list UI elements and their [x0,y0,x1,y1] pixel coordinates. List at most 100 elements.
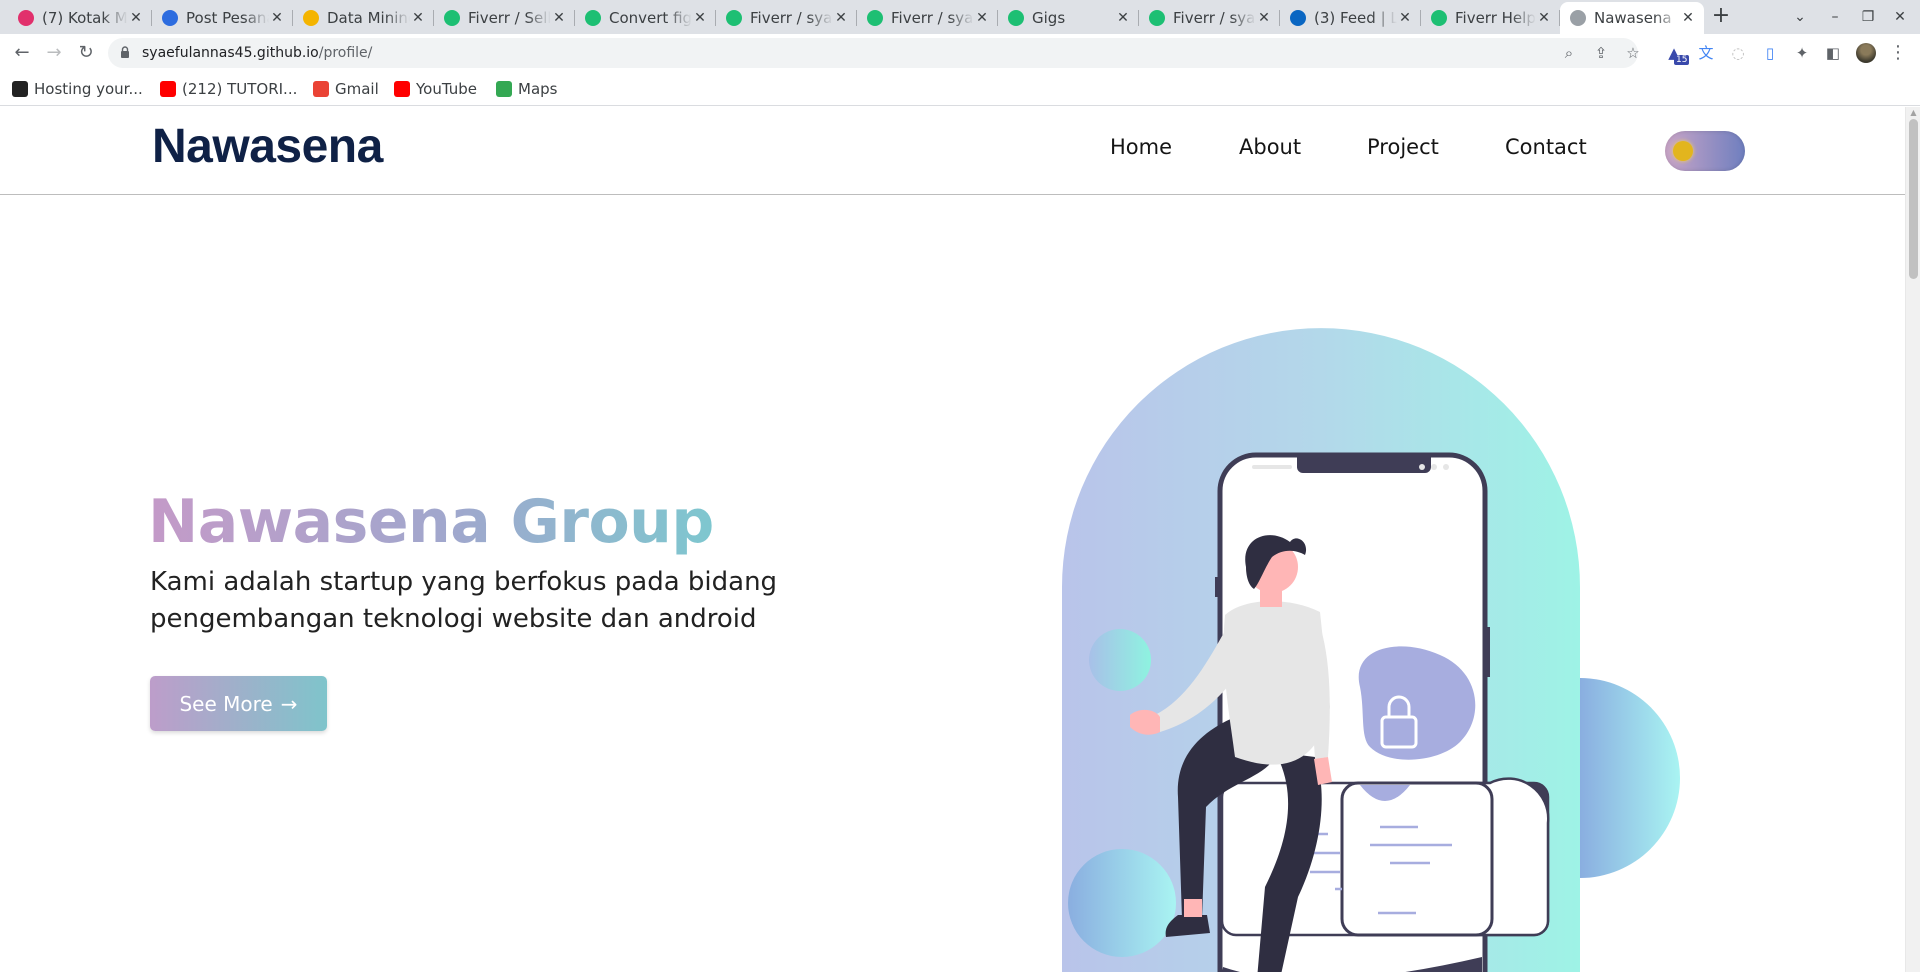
tab-close-icon[interactable]: ✕ [1536,10,1552,26]
bookmark-label: (212) TUTORI... [182,80,298,98]
tab-3[interactable]: Data Mining ✕ [293,4,434,32]
phone-notch [1297,457,1431,473]
tab-close-icon[interactable]: ✕ [269,10,285,26]
arrow-right-icon: → [280,691,298,716]
tab-title: Fiverr / syaeful [1173,9,1256,27]
url-text: syaefulannas45.github.io/profile/ [142,45,373,61]
bookmark-1[interactable]: Hosting your... [12,78,143,100]
address-bar[interactable]: syaefulannas45.github.io/profile/ ⌕ ⇪ ☆ [108,38,1640,68]
extension-circle-icon[interactable]: ◌ [1728,43,1748,63]
page-viewport: Nawasena Home About Project Contact Nawa… [0,107,1920,972]
tab-title: Fiverr / syaeful [891,9,974,27]
bookmark-label: Gmail [335,80,379,98]
bookmarks-bar: Hosting your... (212) TUTORI... Gmail YouTu… [0,72,1920,106]
restore-button[interactable]: ❐ [1853,4,1883,30]
tab-10[interactable]: (3) Feed | LinkedIn✕ [1280,4,1421,32]
side-panel-icon[interactable]: ◧ [1823,43,1843,63]
bookmark-label: YouTube [416,80,477,98]
tab-title: Fiverr Help [1455,9,1536,27]
page-scrollbar[interactable]: ▲ [1905,107,1920,972]
fiverr-icon [1008,10,1024,26]
reload-icon[interactable]: ↻ [74,41,98,65]
minimize-button[interactable]: – [1820,4,1850,30]
tab-close-icon[interactable]: ✕ [974,10,990,26]
tab-close-icon[interactable]: ✕ [551,10,567,26]
tab-close-icon[interactable]: ✕ [692,10,708,26]
gmail-icon [313,81,329,97]
tab-close-icon[interactable]: ✕ [1397,10,1413,26]
bookmark-5[interactable]: Maps [496,78,557,100]
tab-close-icon[interactable]: ✕ [1680,10,1696,26]
fiverr-icon [1431,10,1447,26]
bookmark-label: Hosting your... [34,80,143,98]
theme-toggle[interactable] [1665,131,1745,171]
site-icon [1570,10,1586,26]
tab-5[interactable]: Convert figma✕ [575,4,716,32]
forward-icon[interactable]: → [42,41,66,65]
tab-title: Fiverr / Seller [468,9,551,27]
nav-home[interactable]: Home [1110,135,1172,159]
zoom-icon[interactable]: ⌕ [1560,44,1578,62]
hero-illustration [1062,328,1680,972]
extensions-puzzle-icon[interactable]: ✦ [1792,43,1812,63]
tab-9[interactable]: Fiverr / syaeful✕ [1139,4,1280,32]
tab-close-icon[interactable]: ✕ [1115,10,1131,26]
bookmark-label: Maps [518,80,558,98]
tab-2[interactable]: Post Pesanan✕ [152,4,293,32]
tab-title: Fiverr / syaeful [750,9,833,27]
tab-close-icon[interactable]: ✕ [410,10,426,26]
fiverr-icon [1149,10,1165,26]
tab-close-icon[interactable]: ✕ [1256,10,1272,26]
tab-title: Convert figma [609,9,692,27]
share-icon[interactable]: ⇪ [1592,44,1610,62]
hero-title: Nawasena Group [148,487,714,557]
tab-11[interactable]: Fiverr Help ✕ [1421,4,1560,32]
decor-bottom-circle [1068,849,1176,957]
tab-6[interactable]: Fiverr / syaeful✕ [716,4,857,32]
new-tab-button[interactable]: + [1708,4,1734,30]
see-more-button[interactable]: See More → [150,676,327,731]
bookmark-star-icon[interactable]: ☆ [1624,44,1642,62]
decor-small-circle [1089,629,1151,691]
tab-close-icon[interactable]: ✕ [833,10,849,26]
extension-doc-icon[interactable]: ▯ [1760,43,1780,63]
hosting-icon [12,81,28,97]
tab-4[interactable]: Fiverr / Seller✕ [434,4,575,32]
nav-about[interactable]: About [1239,135,1301,159]
back-icon[interactable]: ← [10,41,34,65]
scrollbar-thumb[interactable] [1909,119,1918,279]
hero-subtitle-line-2: pengembangan teknologi website dan andro… [150,604,757,634]
nav-contact[interactable]: Contact [1505,135,1587,159]
info-card-front [1340,781,1494,937]
lock-icon [121,46,129,58]
bookmark-4[interactable]: YouTube [394,78,477,100]
profile-avatar[interactable] [1856,43,1876,63]
bookmark-2[interactable]: (212) TUTORI... [160,78,297,100]
tab-title: Post Pesanan [186,9,269,27]
tab-close-icon[interactable]: ✕ [128,10,144,26]
fiverr-icon [726,10,742,26]
z-icon [162,10,178,26]
bookmark-3[interactable]: Gmail [313,78,379,100]
menu-kebab-icon[interactable]: ⋮ [1888,43,1908,63]
tab-7[interactable]: Fiverr / syaeful✕ [857,4,998,32]
tab-search-icon[interactable]: ⌄ [1785,4,1815,30]
tab-title: Nawasena [1594,9,1672,27]
tab-12[interactable]: Nawasena ✕ [1560,2,1704,34]
site-logo[interactable]: Nawasena [152,119,383,174]
nav-project[interactable]: Project [1367,135,1439,159]
fiverr-icon [444,10,460,26]
fiverr-icon [867,10,883,26]
close-window-button[interactable]: ✕ [1885,4,1915,30]
tab-title: (3) Feed | LinkedIn [1314,9,1397,27]
see-more-label: See More [179,691,273,716]
tab-title: Gigs [1032,9,1066,27]
tab-1[interactable]: (7) Kotak Masuk✕ [8,4,152,32]
sun-icon [1673,141,1693,161]
fiverr-icon [585,10,601,26]
tab-8[interactable]: Gigs ✕ [998,4,1139,32]
linkedin-icon [1290,10,1306,26]
translate-icon[interactable]: 文 [1696,43,1716,63]
scroll-up-icon[interactable]: ▲ [1909,108,1918,117]
youtube-icon [394,81,410,97]
